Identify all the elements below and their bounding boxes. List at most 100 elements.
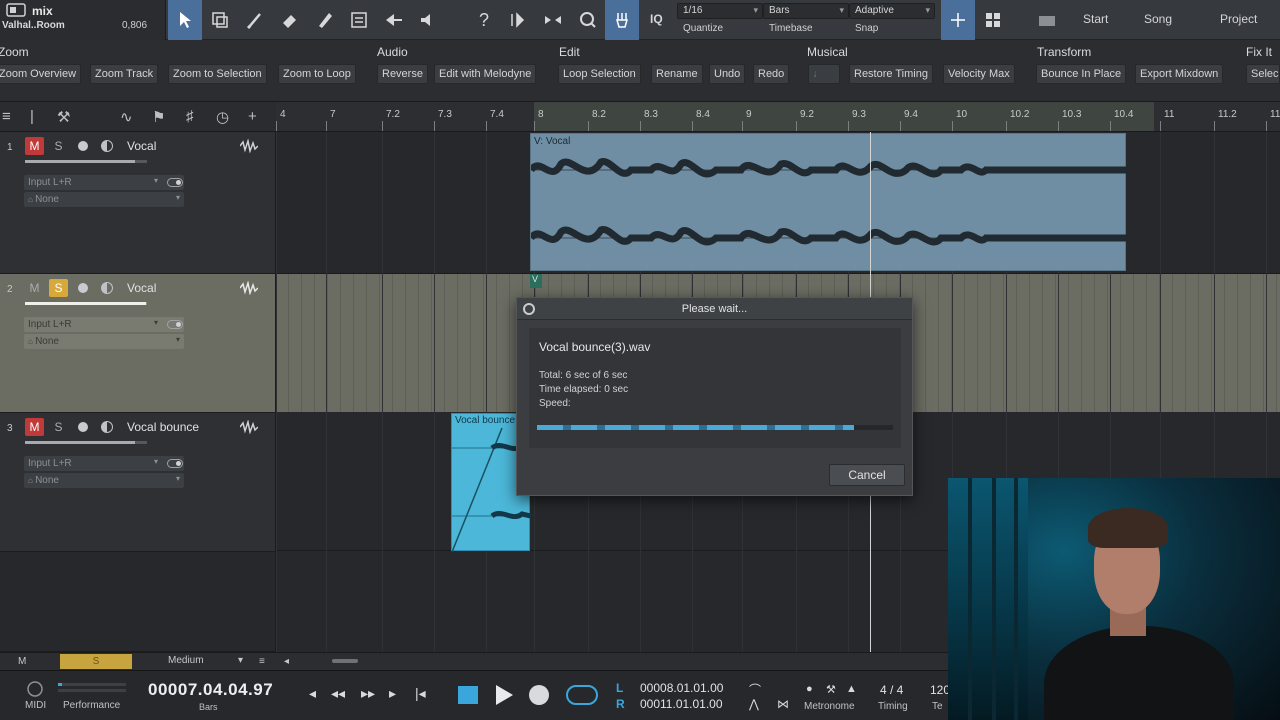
- rewind-icon[interactable]: ◂◂: [331, 685, 345, 702]
- bounce-in-place-button[interactable]: Bounce In Place: [1036, 64, 1127, 84]
- page-song[interactable]: Song: [1144, 12, 1172, 26]
- bend-tool-icon[interactable]: [342, 0, 376, 40]
- zoom-to-loop-button[interactable]: Zoom to Loop: [278, 64, 356, 84]
- snap-toggle-icon[interactable]: [605, 0, 639, 40]
- play-button[interactable]: [496, 685, 513, 705]
- output-select[interactable]: ⌂ None ▾: [24, 473, 184, 488]
- list-view-icon[interactable]: ≡: [259, 656, 265, 667]
- track-1[interactable]: 1 M S Vocal Input L+R ▾ ⌂ None ▾: [0, 132, 276, 274]
- autopunch-icon[interactable]: ⋀: [749, 697, 759, 711]
- output-select[interactable]: ⌂ None ▾: [24, 334, 184, 349]
- monitor-button[interactable]: [101, 282, 113, 294]
- restore-timing-button[interactable]: Restore Timing: [849, 64, 933, 84]
- edit-melodyne-button[interactable]: Edit with Melodyne: [434, 64, 537, 84]
- listen-tool-icon[interactable]: [411, 0, 445, 40]
- solo-button[interactable]: S: [49, 137, 68, 155]
- chord-icon[interactable]: ♯: [186, 108, 194, 125]
- monitor-button[interactable]: [101, 140, 113, 152]
- input-toggle[interactable]: [167, 178, 183, 187]
- range-tool-icon[interactable]: [203, 0, 237, 40]
- grid-view-icon[interactable]: [976, 0, 1010, 40]
- output-select[interactable]: ⌂ None ▾: [24, 192, 184, 207]
- timebase-select[interactable]: Bars: [763, 3, 849, 19]
- skip-to-start-icon[interactable]: |◂: [415, 685, 426, 702]
- loop-marker-icon[interactable]: ⋈: [777, 697, 789, 711]
- track-name[interactable]: Vocal: [127, 139, 156, 153]
- mini-mute-label[interactable]: M: [18, 656, 26, 667]
- split-tool-icon[interactable]: [238, 0, 272, 40]
- velocity-max-button[interactable]: Velocity Max: [943, 64, 1015, 84]
- zoom-track-button[interactable]: Zoom Track: [90, 64, 159, 84]
- record-arm-button[interactable]: [78, 422, 88, 432]
- right-locator[interactable]: 00011.01.01.00: [640, 697, 723, 711]
- timeline-ruler[interactable]: 4 7 7.2 7.3 7.4 8 8.2 8.3 8.4 9 9.2 9.3 9.4 10 10.2 10.…: [276, 102, 1280, 132]
- record-arm-button[interactable]: [78, 283, 88, 293]
- record-button[interactable]: [529, 685, 549, 705]
- track-2[interactable]: 2 M S Vocal Input L+R ▾ ⌂ None ▾: [0, 274, 276, 413]
- fast-forward-icon[interactable]: ▸▸: [361, 685, 375, 702]
- track-name[interactable]: Vocal bounce: [127, 420, 199, 434]
- audio-event-vocal-2[interactable]: V: [530, 274, 542, 288]
- input-select[interactable]: Input L+R ▾: [24, 456, 184, 471]
- waveform-icon[interactable]: [240, 281, 258, 295]
- export-mixdown-button[interactable]: Export Mixdown: [1135, 64, 1224, 84]
- time-signature[interactable]: 4 / 4: [880, 683, 903, 697]
- quantize-search-icon[interactable]: [571, 0, 605, 40]
- primary-time-display[interactable]: 00007.04.04.97: [148, 680, 273, 700]
- quantize-select[interactable]: 1/16: [677, 3, 763, 19]
- track-3[interactable]: 3 M S Vocal bounce Input L+R ▾ ⌂ None ▾: [0, 413, 276, 552]
- solo-button[interactable]: S: [49, 279, 68, 297]
- zoom-to-selection-button[interactable]: Zoom to Selection: [168, 64, 267, 84]
- eraser-tool-icon[interactable]: [273, 0, 307, 40]
- volume-fader[interactable]: [25, 160, 147, 163]
- input-toggle[interactable]: [167, 320, 183, 329]
- solo-button[interactable]: S: [49, 418, 68, 436]
- forward-to-end-icon[interactable]: ▸: [389, 685, 396, 702]
- metronome-toggle-icon[interactable]: ●: [806, 683, 813, 695]
- input-toggle[interactable]: [167, 459, 183, 468]
- cursor-follow-icon[interactable]: [941, 0, 975, 40]
- track-height-select[interactable]: Medium ▾: [160, 655, 250, 668]
- page-view-icon[interactable]: [1030, 0, 1064, 40]
- loop-button[interactable]: [566, 685, 598, 705]
- song-info[interactable]: mix Valhal..Room 0,806: [0, 0, 166, 40]
- arrow-tool-icon[interactable]: [168, 0, 202, 40]
- tempo-clock-icon[interactable]: ◷: [216, 108, 229, 126]
- iq-label[interactable]: IQ: [650, 12, 663, 26]
- scroll-left-icon[interactable]: ◂: [284, 656, 289, 667]
- automation-icon[interactable]: ∿: [120, 108, 133, 126]
- zoom-overview-button[interactable]: Zoom Overview: [0, 64, 82, 84]
- metronome-small-icon[interactable]: ♩: [808, 64, 840, 84]
- stop-button[interactable]: [458, 686, 478, 704]
- record-arm-button[interactable]: [78, 141, 88, 151]
- help-icon[interactable]: ?: [467, 0, 501, 40]
- wrench-icon[interactable]: ⚒: [57, 108, 70, 126]
- input-select[interactable]: Input L+R ▾: [24, 317, 184, 332]
- monitor-button[interactable]: [101, 421, 113, 433]
- select-button[interactable]: Selec: [1246, 64, 1280, 84]
- precount-icon[interactable]: ⌒: [749, 681, 761, 698]
- timestretch-icon[interactable]: [536, 0, 570, 40]
- loop-range[interactable]: [534, 102, 1154, 131]
- metronome-icon[interactable]: ▲: [846, 683, 857, 695]
- horizontal-scrollbar[interactable]: [332, 659, 358, 663]
- metronome-settings-icon[interactable]: ⚒: [826, 683, 836, 696]
- mute-button[interactable]: M: [25, 418, 44, 436]
- volume-fader[interactable]: [25, 441, 147, 444]
- mute-button[interactable]: M: [25, 279, 44, 297]
- redo-button[interactable]: Redo: [753, 64, 790, 84]
- left-locator[interactable]: 00008.01.01.00: [640, 681, 723, 695]
- audio-bend-icon[interactable]: [502, 0, 536, 40]
- track-name[interactable]: Vocal: [127, 281, 156, 295]
- rename-button[interactable]: Rename: [651, 64, 703, 84]
- page-project[interactable]: Project: [1220, 12, 1257, 26]
- mini-solo-label[interactable]: S: [60, 654, 132, 669]
- loop-selection-button[interactable]: Loop Selection: [558, 64, 641, 84]
- paint-tool-icon[interactable]: [308, 0, 342, 40]
- audio-event-vocal[interactable]: V: Vocal: [530, 133, 1127, 271]
- list-icon[interactable]: ≡: [2, 108, 11, 125]
- volume-fader[interactable]: [25, 302, 147, 305]
- undo-button[interactable]: Undo: [709, 64, 746, 84]
- return-to-start-icon[interactable]: ◂: [309, 685, 316, 702]
- page-start[interactable]: Start: [1083, 12, 1108, 26]
